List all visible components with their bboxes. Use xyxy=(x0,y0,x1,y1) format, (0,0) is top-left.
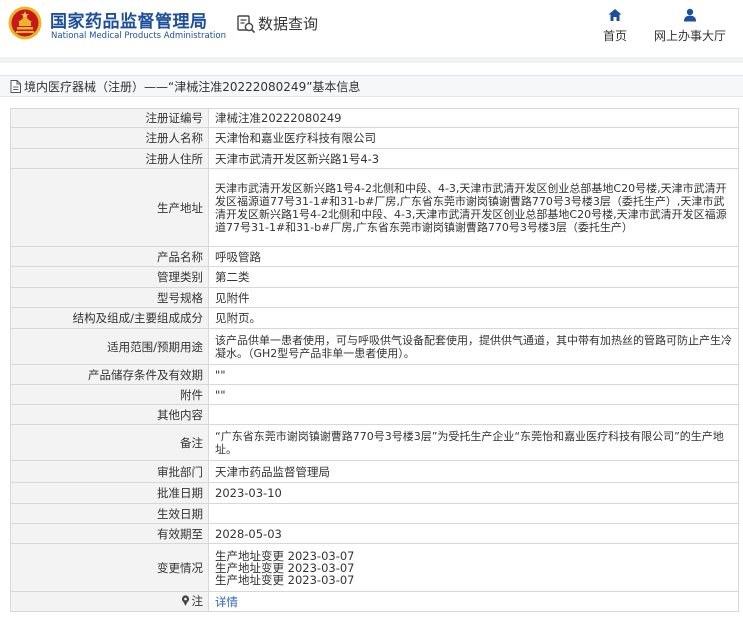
field-label: 生产地址 xyxy=(10,168,209,247)
field-label: 审批部门 xyxy=(10,460,209,483)
field-value: 该产品供单一患者使用，可与呼吸供气设备配套使用，提供供气通道，其中带有加热丝的管… xyxy=(208,328,739,365)
change-entry: 生产地址变更 2023-03-07 xyxy=(215,572,355,587)
header-divider xyxy=(0,57,743,63)
field-value: "" xyxy=(208,384,739,405)
table-row: 注 详情 xyxy=(10,591,739,612)
registration-detail-table: 注册证编号 津械注准20222080249 注册人名称 天津怡和嘉业医疗科技有限… xyxy=(10,108,739,612)
field-label: 变更情况 xyxy=(10,543,209,592)
field-label: 结构及组成/主要组成成分 xyxy=(10,307,209,329)
nav-online-service-hall[interactable]: 网上办事大厅 xyxy=(650,8,730,44)
table-row: 结构及组成/主要组成成分 见附页。 xyxy=(10,307,739,329)
document-icon xyxy=(10,80,21,93)
search-document-icon xyxy=(237,14,256,33)
nav-home[interactable]: 首页 xyxy=(600,8,630,44)
field-value: 天津市武清开发区新兴路1号4-3 xyxy=(208,148,739,169)
field-label: 注册人住所 xyxy=(10,148,209,169)
table-row: 批准日期 2023-03-10 xyxy=(10,482,739,504)
field-value: 第二类 xyxy=(208,266,739,288)
field-label: 备注 xyxy=(10,424,209,461)
home-icon xyxy=(608,9,622,21)
field-label: 有效期至 xyxy=(10,523,209,544)
field-value xyxy=(208,404,739,425)
field-label: 生效日期 xyxy=(10,503,209,524)
field-value: 见附页。 xyxy=(208,307,739,329)
field-value: 2028-05-03 xyxy=(208,523,739,544)
brand-subtitle: National Medical Products Administration xyxy=(51,31,226,41)
field-label: 批准日期 xyxy=(10,482,209,504)
person-icon xyxy=(684,8,696,22)
field-label: 注册证编号 xyxy=(10,108,209,128)
table-row: 变更情况 生产地址变更 2023-03-07 生产地址变更 2023-03-07… xyxy=(10,543,739,592)
table-row: 注册证编号 津械注准20222080249 xyxy=(10,108,739,128)
data-query-label: 数据查询 xyxy=(258,15,319,33)
note-label-text: 注 xyxy=(191,593,204,608)
pin-icon xyxy=(181,595,189,607)
field-label: 产品名称 xyxy=(10,246,209,267)
table-row: 产品储存条件及有效期 "" xyxy=(10,364,739,385)
brand-title[interactable]: 国家药品监督管理局 xyxy=(50,7,208,32)
table-row: 备注 “广东省东莞市谢岗镇谢曹路770号3号楼3层”为受托生产企业“东莞怡和嘉业… xyxy=(10,424,739,461)
field-label: 管理类别 xyxy=(10,266,209,288)
field-value xyxy=(208,503,739,524)
table-row: 有效期至 2028-05-03 xyxy=(10,523,739,544)
breadcrumb-text: 境内医疗器械（注册）——“津械注准20222080249”基本信息 xyxy=(24,80,361,94)
table-row: 适用范围/预期用途 该产品供单一患者使用，可与呼吸供气设备配套使用，提供供气通道… xyxy=(10,328,739,365)
field-label: 注册人名称 xyxy=(10,127,209,149)
table-row: 其他内容 xyxy=(10,404,739,425)
change-entry: 生产地址变更 2023-03-07 xyxy=(215,548,355,563)
field-label: 型号规格 xyxy=(10,287,209,308)
field-value: 呼吸管路 xyxy=(208,246,739,267)
table-row: 附件 "" xyxy=(10,384,739,405)
emblem-logo[interactable] xyxy=(8,6,42,40)
table-row: 审批部门 天津市药品监督管理局 xyxy=(10,460,739,483)
table-row: 管理类别 第二类 xyxy=(10,266,739,288)
nav-home-label: 首页 xyxy=(602,29,627,43)
note-label-cell: 注 xyxy=(10,591,209,612)
table-row: 注册人名称 天津怡和嘉业医疗科技有限公司 xyxy=(10,127,739,149)
breadcrumb: 境内医疗器械（注册）——“津械注准20222080249”基本信息 xyxy=(0,75,743,97)
field-value: 天津怡和嘉业医疗科技有限公司 xyxy=(208,127,739,149)
table-row: 生效日期 xyxy=(10,503,739,524)
field-value: "" xyxy=(208,364,739,385)
field-label: 产品储存条件及有效期 xyxy=(10,364,209,385)
field-value: 2023-03-10 xyxy=(208,482,739,504)
field-value: 津械注准20222080249 xyxy=(208,108,739,128)
field-value: 天津市药品监督管理局 xyxy=(208,460,739,483)
site-header: 国家药品监督管理局 National Medical Products Admi… xyxy=(0,0,743,52)
nav-online-service-hall-label: 网上办事大厅 xyxy=(653,29,726,43)
note-value: 详情 xyxy=(208,591,739,612)
field-label: 适用范围/预期用途 xyxy=(10,328,209,365)
field-label: 附件 xyxy=(10,384,209,405)
change-entry: 生产地址变更 2023-03-07 xyxy=(215,560,355,575)
table-row: 生产地址 天津市武清开发区新兴路1号4-2北侧和中段、4-3,天津市武清开发区创… xyxy=(10,168,739,247)
table-row: 产品名称 呼吸管路 xyxy=(10,246,739,267)
field-value: 见附件 xyxy=(208,287,739,308)
field-value: 天津市武清开发区新兴路1号4-2北侧和中段、4-3,天津市武清开发区创业总部基地… xyxy=(208,168,739,247)
note-label: 注 xyxy=(181,593,204,608)
details-link[interactable]: 详情 xyxy=(215,595,238,609)
table-row: 型号规格 见附件 xyxy=(10,287,739,308)
change-history: 生产地址变更 2023-03-07 生产地址变更 2023-03-07 生产地址… xyxy=(208,543,739,592)
table-row: 注册人住所 天津市武清开发区新兴路1号4-3 xyxy=(10,148,739,169)
field-value: “广东省东莞市谢岗镇谢曹路770号3号楼3层”为受托生产企业“东莞怡和嘉业医疗科… xyxy=(208,424,739,461)
field-label: 其他内容 xyxy=(10,404,209,425)
data-query-link[interactable]: 数据查询 xyxy=(236,13,318,34)
